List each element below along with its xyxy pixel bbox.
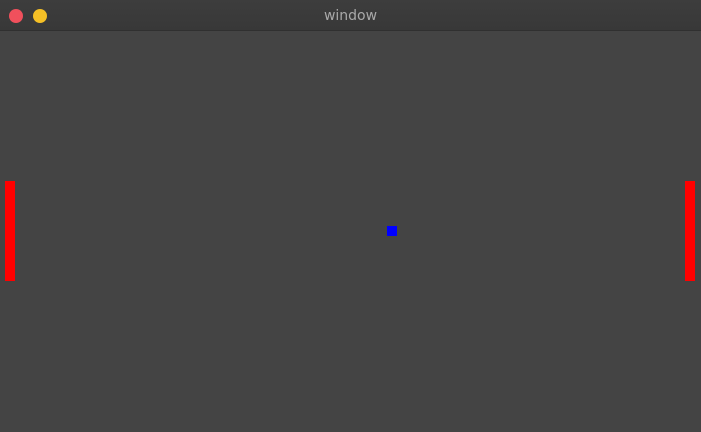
ball [387,226,397,236]
game-canvas[interactable] [0,31,701,432]
app-window: window [0,0,701,432]
right-paddle [685,181,695,281]
title-bar[interactable]: window [0,0,701,31]
left-paddle [5,181,15,281]
window-title: window [323,8,378,24]
